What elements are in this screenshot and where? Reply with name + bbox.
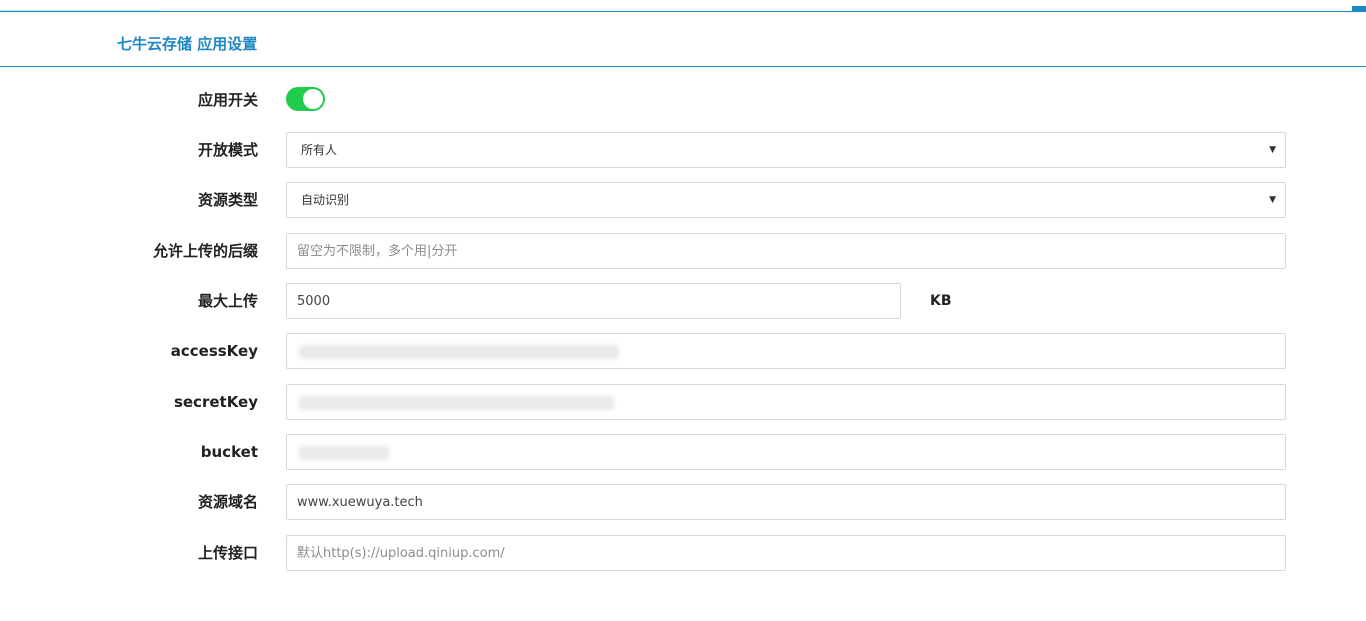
row-secret-key: secretKey xyxy=(0,384,1366,420)
settings-page: 七牛云存储 应用设置 应用开关 开放模式 所有人 ▼ 资源类型 自动识别 ▼ 允… xyxy=(0,0,1366,621)
row-access-key: accessKey xyxy=(0,333,1366,369)
allowed-suffix-field xyxy=(286,233,1286,269)
page-title: 七牛云存储 应用设置 xyxy=(117,35,258,53)
switch-knob xyxy=(303,89,323,109)
bucket-field xyxy=(286,434,1286,470)
max-upload-label: 最大上传 xyxy=(197,292,258,310)
resource-type-select[interactable]: 自动识别 ▼ xyxy=(286,182,1286,218)
row-allowed-suffix: 允许上传的后缀 xyxy=(0,233,1366,269)
row-app-toggle: 应用开关 xyxy=(0,82,1366,118)
access-key-label: accessKey xyxy=(170,342,258,360)
max-upload-input[interactable] xyxy=(287,284,900,318)
allowed-suffix-input[interactable] xyxy=(287,234,1285,268)
open-mode-value: 所有人 xyxy=(301,143,338,157)
access-key-field xyxy=(286,333,1286,369)
resource-domain-input[interactable] xyxy=(287,485,1285,519)
upload-api-field xyxy=(286,535,1286,571)
secret-key-label: secretKey xyxy=(173,393,258,411)
resource-domain-field xyxy=(286,484,1286,520)
upload-api-input[interactable] xyxy=(287,536,1285,570)
app-toggle-switch[interactable] xyxy=(286,87,325,111)
caret-down-icon: ▼ xyxy=(1269,145,1276,155)
bucket-input[interactable] xyxy=(287,435,1285,469)
row-resource-type: 资源类型 自动识别 ▼ xyxy=(0,182,1366,218)
resource-domain-label: 资源域名 xyxy=(197,493,258,511)
secret-key-field xyxy=(286,384,1286,420)
max-upload-field xyxy=(286,283,901,319)
row-open-mode: 开放模式 所有人 ▼ xyxy=(0,132,1366,168)
bucket-label: bucket xyxy=(200,443,258,461)
row-resource-domain: 资源域名 xyxy=(0,484,1366,520)
row-bucket: bucket xyxy=(0,434,1366,470)
resource-type-value: 自动识别 xyxy=(301,193,350,207)
open-mode-label: 开放模式 xyxy=(197,141,258,159)
header: 七牛云存储 应用设置 xyxy=(0,12,1366,67)
app-toggle-label: 应用开关 xyxy=(197,91,258,109)
allowed-suffix-label: 允许上传的后缀 xyxy=(152,242,258,260)
max-upload-unit: KB xyxy=(930,293,952,309)
redacted-mask xyxy=(299,345,619,359)
row-upload-api: 上传接口 xyxy=(0,535,1366,571)
upload-api-label: 上传接口 xyxy=(197,544,258,562)
resource-type-label: 资源类型 xyxy=(197,191,258,209)
redacted-mask xyxy=(299,446,389,460)
open-mode-select[interactable]: 所有人 ▼ xyxy=(286,132,1286,168)
redacted-mask xyxy=(299,396,614,410)
row-max-upload: 最大上传 KB xyxy=(0,283,1366,319)
caret-down-icon: ▼ xyxy=(1269,195,1276,205)
